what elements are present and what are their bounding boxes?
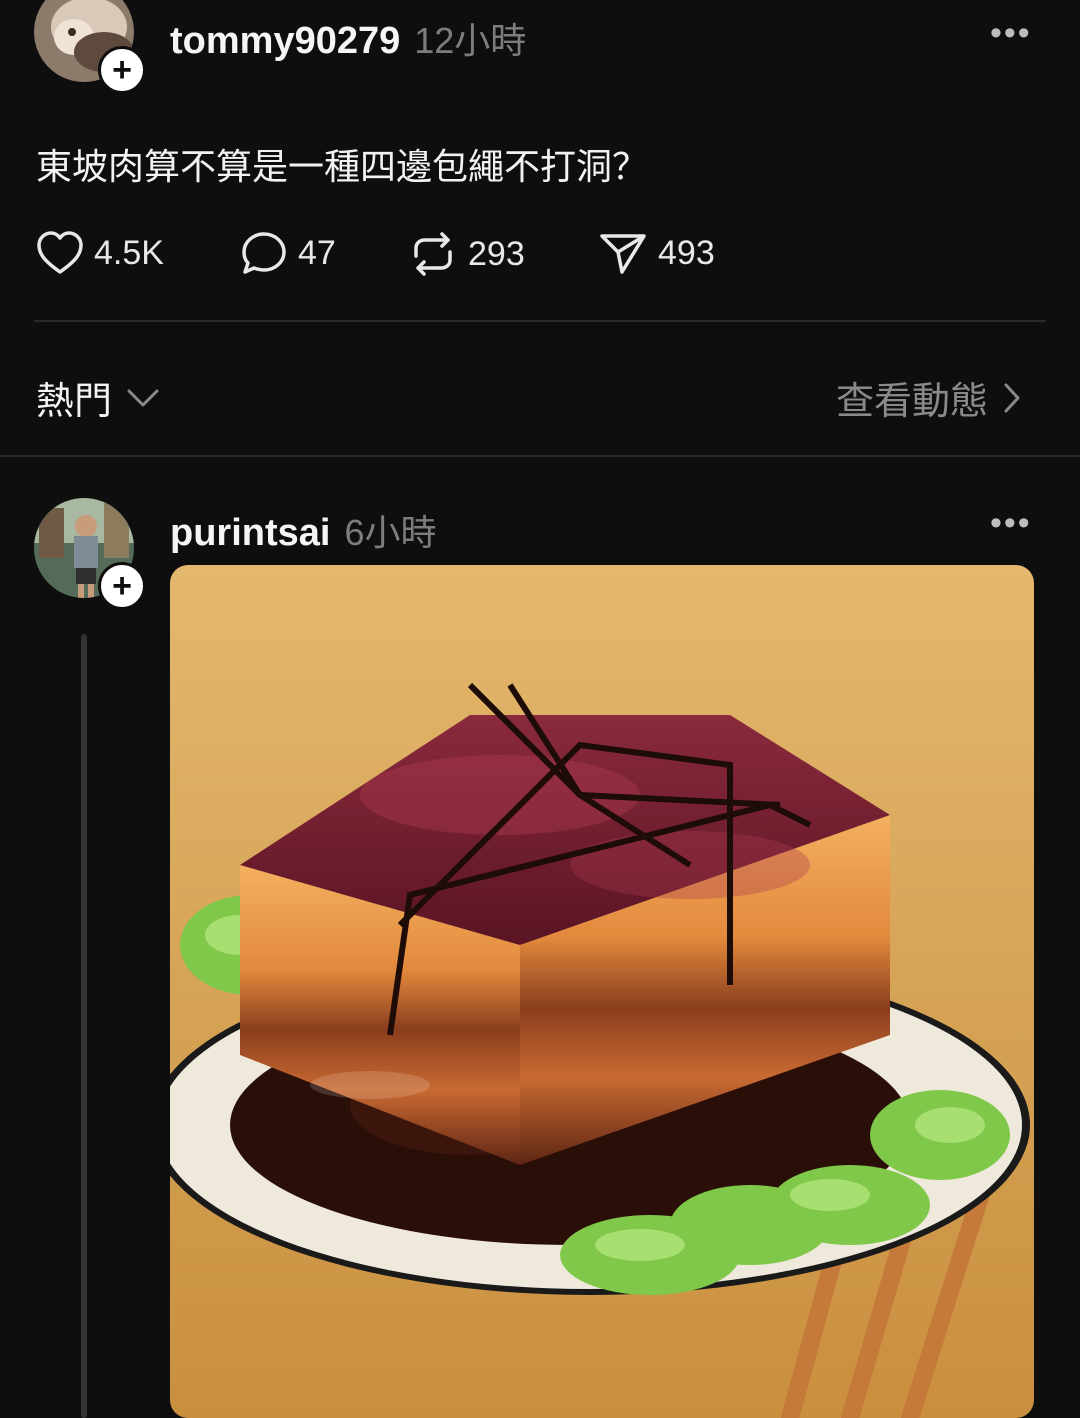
section-divider: [0, 455, 1080, 457]
post-image[interactable]: [170, 565, 1034, 1418]
divider: [34, 320, 1046, 322]
view-activity-label: 查看動態: [836, 381, 989, 423]
repost-icon: [414, 232, 452, 276]
dongpo-pork-photo-icon: [170, 565, 1034, 1418]
like-button[interactable]: 4.5K: [36, 230, 164, 276]
repost-count: 293: [468, 234, 525, 273]
username[interactable]: tommy90279: [170, 20, 400, 63]
username[interactable]: purintsai: [170, 512, 330, 555]
repost-button[interactable]: 293: [408, 230, 525, 278]
follow-button[interactable]: +: [98, 562, 146, 610]
share-count: 493: [658, 233, 715, 272]
chevron-right-icon: [1004, 383, 1020, 412]
plus-icon: +: [112, 51, 132, 89]
view-activity-link[interactable]: 查看動態: [836, 370, 1022, 425]
comment-icon: [242, 232, 286, 274]
comment-count: 47: [298, 233, 336, 272]
post-header: tommy90279 12小時: [170, 12, 526, 64]
plus-icon: +: [112, 567, 132, 605]
more-options-button[interactable]: •••: [990, 14, 1032, 53]
thread-line: [81, 634, 87, 1418]
like-count: 4.5K: [94, 233, 164, 272]
post-text: 東坡肉算不算是一種四邊包繩不打洞？: [36, 146, 649, 187]
send-icon: [600, 234, 646, 274]
share-button[interactable]: 493: [598, 230, 715, 276]
heart-icon: [37, 231, 83, 274]
chevron-down-icon: [127, 389, 159, 406]
follow-button[interactable]: +: [98, 46, 146, 94]
timestamp: 12小時: [414, 20, 527, 61]
more-options-button[interactable]: •••: [990, 504, 1032, 543]
ellipsis-icon: •••: [990, 14, 1032, 52]
sort-label: 熱門: [36, 381, 113, 423]
sort-dropdown[interactable]: 熱門: [36, 370, 160, 425]
post-header: purintsai 6小時: [170, 504, 437, 556]
timestamp: 6小時: [344, 512, 437, 553]
comment-button[interactable]: 47: [240, 230, 336, 276]
ellipsis-icon: •••: [990, 504, 1032, 542]
